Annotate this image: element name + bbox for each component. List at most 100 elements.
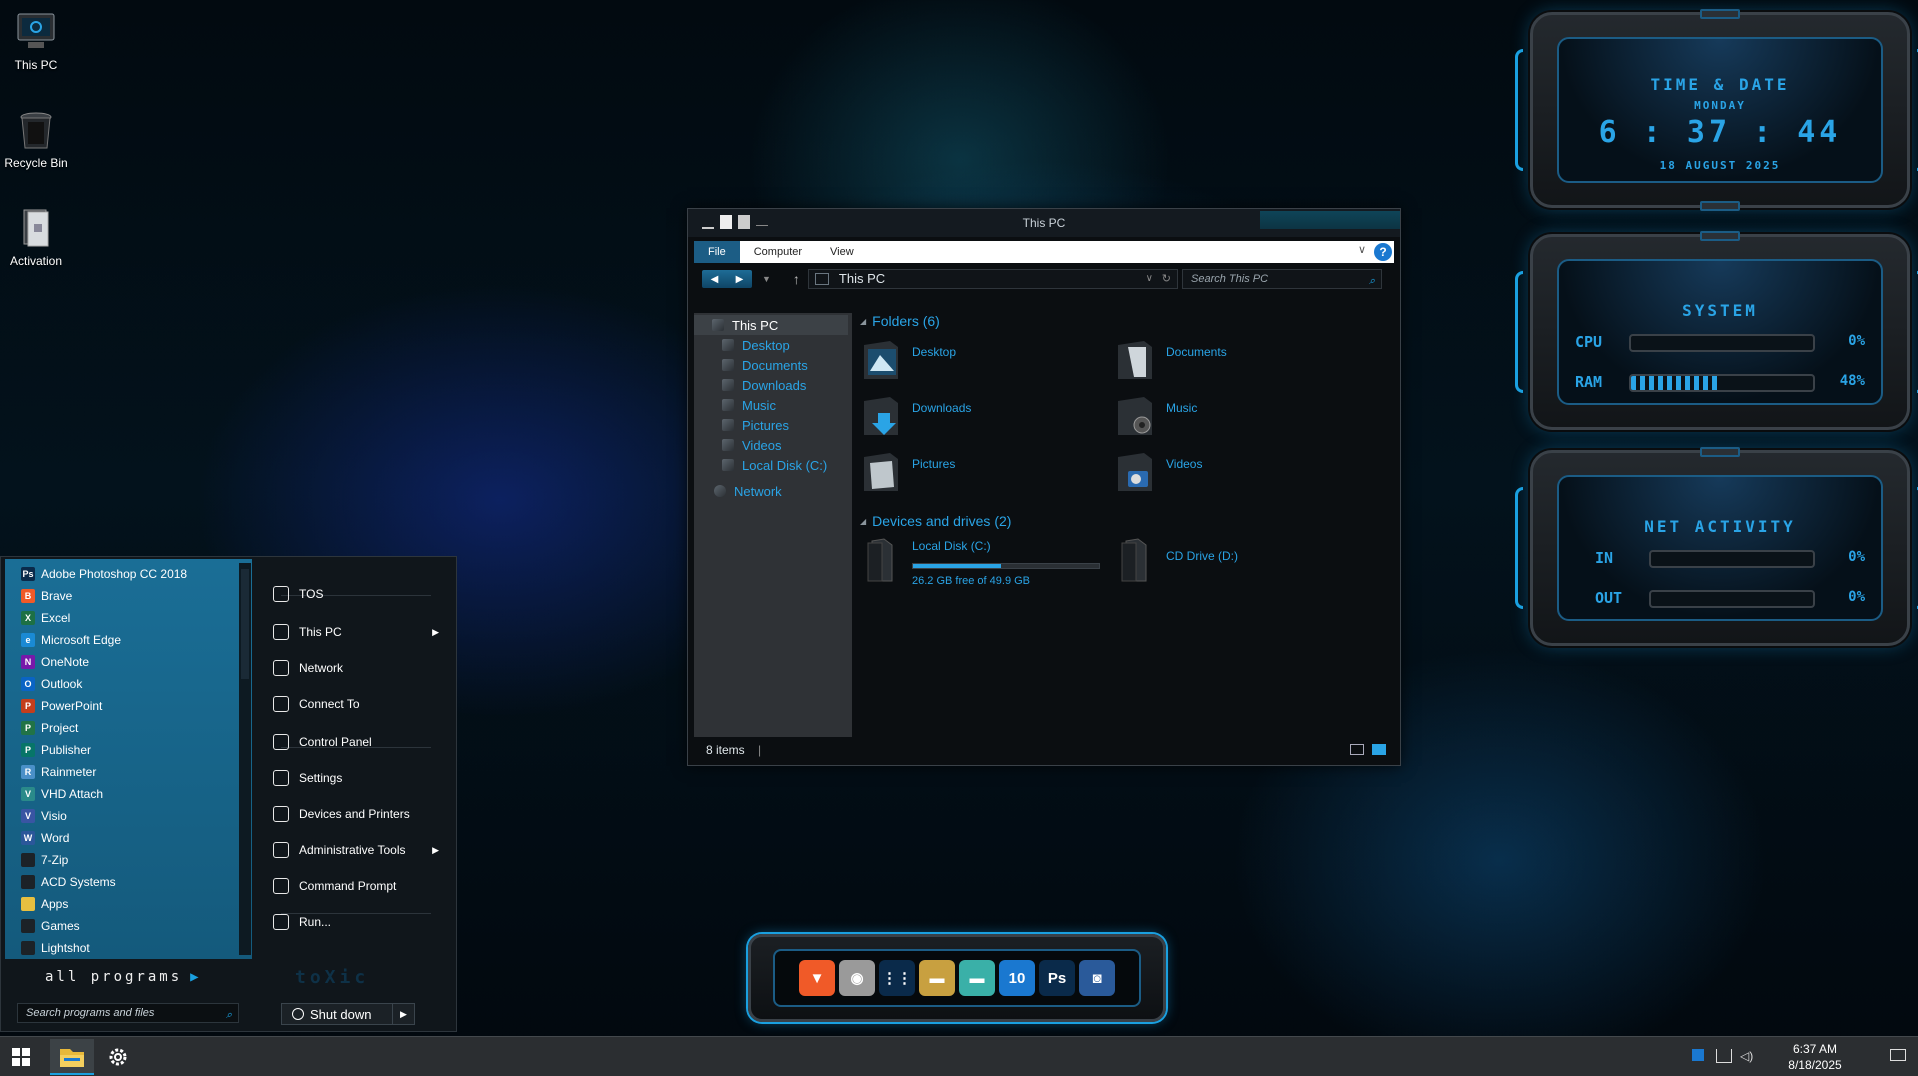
refresh-icon[interactable]: ↻ [1162,270,1171,288]
folder-desktop[interactable]: Desktop [860,337,1100,387]
drives-group-header[interactable]: Devices and drives (2) [860,513,1011,529]
nav-item-downloads[interactable]: Downloads [694,375,806,395]
notifications-icon[interactable] [1890,1049,1906,1061]
start-item-connect-to[interactable]: Connect To [273,691,443,717]
folder-music[interactable]: Music [1114,393,1354,443]
drive-local-disk-c[interactable]: Local Disk (C:) 26.2 GB free of 49.9 GB [860,537,1100,587]
program-item[interactable]: N OneNote [21,651,89,673]
search-icon[interactable]: ⌕ [1369,272,1375,290]
desktop-icon-this-pc[interactable]: This PC [0,10,72,72]
program-item[interactable]: Games [21,915,80,937]
nav-item-videos[interactable]: Videos [694,435,782,455]
nav-item-documents[interactable]: Documents [694,355,808,375]
disc-icon[interactable]: ◉ [839,960,875,996]
program-item[interactable]: P PowerPoint [21,695,102,717]
expand-ribbon-icon[interactable]: ∨ [1358,243,1366,256]
program-item[interactable]: W Word [21,827,69,849]
all-programs-button[interactable]: all programs ▶ [45,969,202,985]
folder-videos[interactable]: Videos [1114,449,1354,499]
forward-icon[interactable]: ▶ [736,274,744,285]
folder-documents[interactable]: Documents [1114,337,1354,387]
nav-item-pictures[interactable]: Pictures [694,415,789,435]
back-forward-buttons[interactable]: ◀ ▶ [702,270,752,288]
program-item[interactable]: P Publisher [21,739,91,761]
start-button[interactable] [0,1037,44,1076]
start-item-control-panel[interactable]: Control Panel [273,729,443,755]
tab-computer[interactable]: Computer [740,241,816,263]
details-view-icon[interactable] [1350,744,1364,755]
rainmeter-tray-icon[interactable] [1692,1049,1704,1061]
network-icon[interactable] [1716,1049,1732,1063]
drive-cd-d[interactable]: CD Drive (D:) [1114,537,1354,587]
time-date-widget: TIME & DATE MONDAY 6 : 37 : 44 18 AUGUST… [1515,9,1918,211]
start-item-settings[interactable]: Settings [273,765,443,791]
nav-item-label: Music [742,397,776,413]
desktop-icon-recycle-bin[interactable]: Recycle Bin [0,108,72,170]
help-icon[interactable]: ? [1374,243,1392,261]
folders-group-header[interactable]: Folders (6) [860,313,940,329]
program-item[interactable]: O Outlook [21,673,82,695]
scrollbar-thumb[interactable] [241,569,249,679]
program-item[interactable]: ACD Systems [21,871,116,893]
program-item[interactable]: Apps [21,893,68,915]
shutdown-options-button[interactable]: ▶ [392,1004,414,1024]
up-icon[interactable]: ↑ [793,271,800,287]
screenshot-icon[interactable]: ◙ [1079,960,1115,996]
app-grid-icon[interactable]: ⋮⋮ [879,960,915,996]
start-item-network[interactable]: Network [273,655,443,681]
vhd-icon[interactable]: ▬ [959,960,995,996]
search-input[interactable]: Search This PC ⌕ [1182,269,1382,289]
window-controls[interactable] [1260,211,1400,229]
taskbar-clock[interactable]: 6:37 AM 8/18/2025 [1780,1041,1850,1073]
nav-item-desktop[interactable]: Desktop [694,335,790,355]
drive-icon[interactable]: ▬ [919,960,955,996]
start-item-tos[interactable]: TOS [273,581,443,607]
program-item[interactable]: P Project [21,717,78,739]
search-icon[interactable]: ⌕ [226,1006,232,1024]
program-item[interactable]: 7-Zip [21,849,68,871]
start-item-run[interactable]: Run... [273,909,443,935]
program-item[interactable]: e Microsoft Edge [21,629,121,651]
start-item-this-pc[interactable]: This PC ▶ [273,619,443,645]
program-item[interactable]: Ps Adobe Photoshop CC 2018 [21,563,187,585]
program-item[interactable]: V Visio [21,805,67,827]
program-item[interactable]: R Rainmeter [21,761,96,783]
start-item-devices-and-printers[interactable]: Devices and Printers [273,801,443,827]
program-label: Microsoft Edge [41,633,122,647]
desktop-icon-activation[interactable]: Activation [0,206,72,268]
back-icon[interactable]: ◀ [711,274,719,285]
nav-item-music[interactable]: Music [694,395,776,415]
tab-file[interactable]: File [694,241,740,263]
address-dropdown-icon[interactable]: ∨ [1146,270,1153,288]
programs-scrollbar[interactable] [239,563,251,955]
address-bar[interactable]: This PC ∨ ↻ [807,269,1178,289]
windows10-icon[interactable]: 10 [999,960,1035,996]
title-bar[interactable]: This PC [688,209,1400,237]
folder-pictures[interactable]: Pictures [860,449,1100,499]
program-label: PowerPoint [41,699,103,713]
tab-view[interactable]: View [816,241,868,263]
start-item-command-prompt[interactable]: Command Prompt [273,873,443,899]
nav-item-this-pc[interactable]: This PC [694,315,848,335]
taskbar-settings[interactable] [96,1039,140,1075]
taskbar-file-explorer[interactable] [50,1039,94,1075]
start-item-administrative-tools[interactable]: Administrative Tools ▶ [273,837,443,863]
nav-item-local-disk[interactable]: Local Disk (C:) [694,455,827,475]
volume-icon[interactable]: ◁) [1740,1049,1756,1063]
program-item[interactable]: V VHD Attach [21,783,103,805]
recent-locations-icon[interactable]: ▼ [762,274,771,284]
net-in-bar [1649,550,1815,568]
shutdown-button[interactable]: Shut down ▶ [281,1003,415,1025]
program-item[interactable]: Lightshot [21,937,90,959]
start-item-label: Network [299,661,344,675]
program-item[interactable]: X Excel [21,607,70,629]
nav-item-network[interactable]: Network [694,481,782,501]
ram-meter: RAM 48% [1575,373,1865,393]
start-search-input[interactable]: Search programs and files ⌕ [17,1003,239,1023]
folder-downloads[interactable]: Downloads [860,393,1100,443]
program-item[interactable]: B Brave [21,585,72,607]
photoshop-icon[interactable]: Ps [1039,960,1075,996]
start-item-label: This PC [299,625,342,639]
tiles-view-icon[interactable] [1372,744,1386,755]
brave-icon[interactable]: ▼ [799,960,835,996]
